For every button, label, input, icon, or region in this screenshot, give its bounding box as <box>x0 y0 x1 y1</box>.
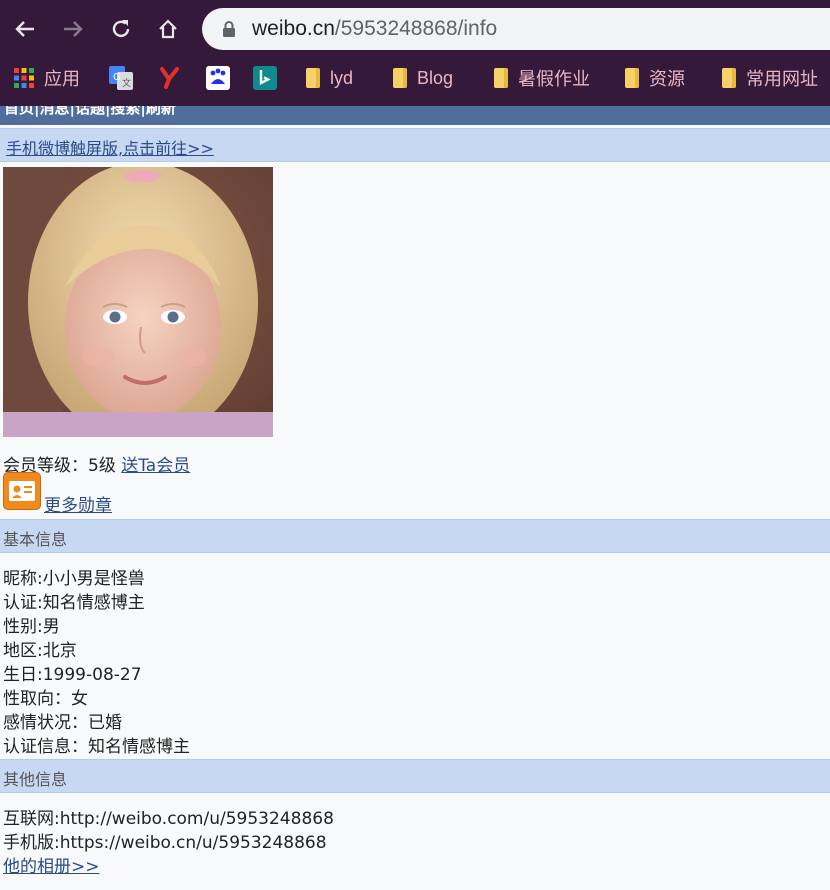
back-arrow-icon <box>15 21 34 37</box>
address-bar[interactable]: weibo.cn/5953248868/info <box>202 8 830 50</box>
info-region: 地区:北京 <box>3 641 77 661</box>
top-nav: 首页|消息|话题|搜索|刷新 <box>0 106 830 125</box>
bookmark-label: Blog <box>417 67 454 88</box>
info-verification: 认证:知名情感博主 <box>3 593 145 613</box>
lock-icon <box>223 21 235 37</box>
bookmark-apps[interactable]: 应用 <box>14 58 80 98</box>
more-badges-link[interactable]: 更多勋章 <box>44 496 112 516</box>
bookmark-label: lyd <box>330 67 354 88</box>
bookmark-label: 常用网址 <box>746 69 818 89</box>
basic-info-header: 基本信息 <box>0 519 830 553</box>
bookmark-y[interactable] <box>160 58 180 98</box>
forward-button[interactable] <box>56 12 90 46</box>
home-button[interactable] <box>151 12 185 46</box>
bookmark-resources[interactable]: 资源 <box>625 58 685 98</box>
reload-icon <box>112 20 130 38</box>
baidu-icon <box>206 66 230 90</box>
back-button[interactable] <box>8 12 42 46</box>
promo-bar: 手机微博触屏版,点击前往>> <box>0 128 830 162</box>
basic-info-heading: 基本信息 <box>3 530 68 549</box>
bookmark-baidu[interactable] <box>206 58 230 98</box>
album-link[interactable]: 他的相册>> <box>3 857 100 877</box>
bookmark-common-sites[interactable]: 常用网址 <box>722 58 818 98</box>
y-logo-icon <box>160 67 179 89</box>
home-icon <box>159 19 177 39</box>
bookmark-summer-homework[interactable]: 暑假作业 <box>494 58 590 98</box>
folder-icon <box>722 68 736 88</box>
url-host: weibo.cn <box>252 17 335 40</box>
bookmark-lyd[interactable]: lyd <box>306 58 353 98</box>
weibo-info-page: 首页|消息|话题|搜索|刷新 手机微博触屏版,点击前往>> 会员等级：5级 送T… <box>0 106 830 890</box>
bookmark-blog[interactable]: Blog <box>393 58 453 98</box>
svg-text:文: 文 <box>122 77 131 89</box>
apps-grid-icon <box>14 68 34 88</box>
folder-icon <box>625 68 639 88</box>
info-orientation: 性取向：女 <box>3 689 88 709</box>
info-relationship: 感情状况：已婚 <box>3 713 122 733</box>
folder-icon <box>306 68 320 88</box>
id-card-icon <box>9 481 35 501</box>
reload-button[interactable] <box>104 12 138 46</box>
google-translate-icon: G 文 <box>109 66 133 90</box>
touch-version-link[interactable]: 手机微博触屏版,点击前往>> <box>6 135 214 159</box>
gift-membership-link[interactable]: 送Ta会员 <box>121 456 190 476</box>
album-row: 他的相册>> <box>3 852 100 877</box>
forward-arrow-icon <box>64 21 83 37</box>
bookmarks-bar: 应用 G 文 lyd Blog 暑假作业 资源 常用网址 <box>0 58 830 98</box>
folder-icon <box>393 68 407 88</box>
vip-badge-icon[interactable] <box>3 472 41 510</box>
browser-chrome: weibo.cn/5953248868/info 应用 G 文 lyd Blog… <box>0 0 830 106</box>
bing-icon <box>253 66 277 90</box>
top-nav-links[interactable]: 首页|消息|话题|搜索|刷新 <box>4 106 176 117</box>
url-path: /5953248868/info <box>334 17 498 40</box>
info-gender: 性别:男 <box>3 617 60 637</box>
bookmark-google-translate[interactable]: G 文 <box>109 58 133 98</box>
mobile-url: 手机版:https://weibo.cn/u/5953248868 <box>3 833 327 853</box>
more-badges-row: 更多勋章 <box>44 491 112 516</box>
other-info-heading: 其他信息 <box>3 770 68 789</box>
bookmark-label: 应用 <box>44 69 80 89</box>
info-verification-detail: 认证信息：知名情感博主 <box>3 737 190 757</box>
info-nickname: 昵称:小小男是怪兽 <box>3 569 145 589</box>
bookmark-bing[interactable] <box>253 58 277 98</box>
profile-avatar[interactable] <box>3 167 273 437</box>
other-info-header: 其他信息 <box>0 759 830 793</box>
bookmark-label: 资源 <box>649 69 685 89</box>
url-text: weibo.cn/5953248868/info <box>252 17 497 41</box>
info-birthday: 生日:1999-08-27 <box>3 665 142 685</box>
svg-text:G: G <box>113 72 121 83</box>
folder-icon <box>494 68 508 88</box>
bookmark-label: 暑假作业 <box>518 69 590 89</box>
internet-url: 互联网:http://weibo.com/u/5953248868 <box>3 809 334 829</box>
